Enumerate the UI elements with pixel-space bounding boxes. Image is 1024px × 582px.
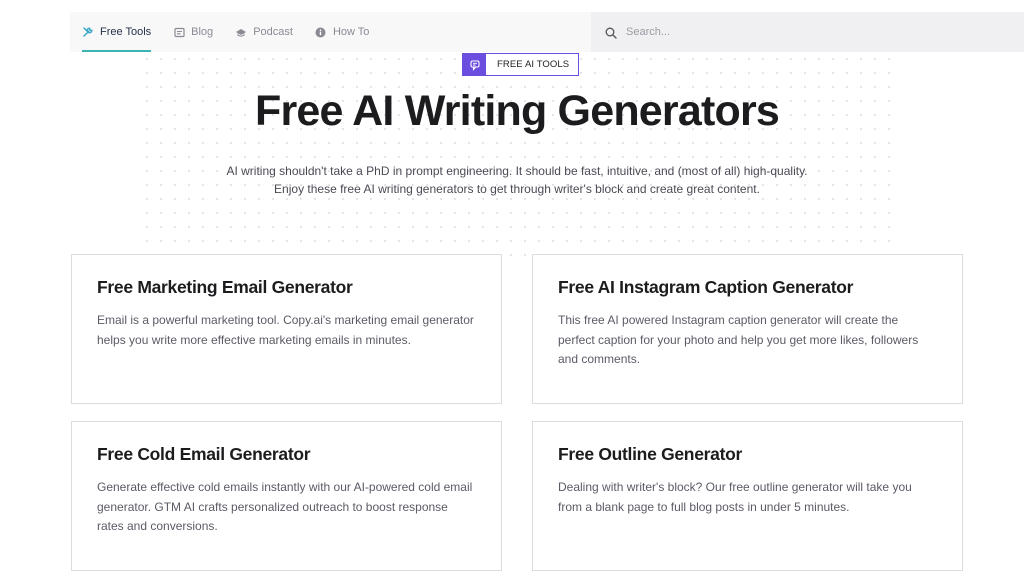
tools-icon (82, 26, 94, 38)
nav-item-blog[interactable]: Blog (173, 12, 213, 52)
page-subtitle: AI writing shouldn't take a PhD in promp… (0, 162, 1024, 198)
free-ai-tools-badge: FREE AI TOOLS (462, 53, 580, 76)
card-title: Free Cold Email Generator (97, 444, 311, 464)
card-description: Generate effective cold emails instantly… (97, 480, 473, 533)
card-title: Free Outline Generator (558, 444, 743, 464)
nav-item-podcast[interactable]: Podcast (235, 12, 293, 52)
search-bar (591, 12, 1024, 52)
dotted-background (140, 52, 900, 262)
card-title: Free AI Instagram Caption Generator (558, 277, 854, 297)
blog-icon (173, 26, 185, 38)
main-nav: Free Tools Blog Podcast How To (70, 12, 591, 52)
card-title: Free Marketing Email Generator (97, 277, 353, 297)
nav-item-label: How To (332, 26, 370, 38)
tool-card-marketing-email[interactable]: Free Marketing Email Generator Email is … (71, 254, 502, 404)
info-icon (315, 26, 327, 38)
subtitle-line-1: AI writing shouldn't take a PhD in promp… (226, 164, 808, 178)
podcast-icon (235, 26, 247, 38)
page-title: Free AI Writing Generators (255, 87, 780, 135)
subtitle-line-2: Enjoy these free AI writing generators t… (274, 182, 760, 196)
nav-item-label: Podcast (253, 26, 293, 38)
nav-item-free-tools[interactable]: Free Tools (82, 12, 152, 52)
nav-item-label: Blog (191, 26, 214, 38)
chat-bubble-icon (463, 54, 486, 75)
card-description: Dealing with writer's block? Our free ou… (558, 480, 912, 514)
top-bar: Free Tools Blog Podcast How To (70, 12, 1024, 52)
tool-card-outline[interactable]: Free Outline Generator Dealing with writ… (532, 421, 963, 571)
search-icon (605, 26, 617, 39)
nav-item-label: Free Tools (100, 26, 152, 38)
card-description: This free AI powered Instagram caption g… (558, 313, 919, 366)
card-description: Email is a powerful marketing tool. Copy… (97, 313, 474, 347)
nav-item-how-to[interactable]: How To (315, 12, 369, 52)
tool-card-instagram-caption[interactable]: Free AI Instagram Caption Generator This… (532, 254, 963, 404)
badge-label: FREE AI TOOLS (497, 59, 570, 70)
search-input[interactable] (626, 26, 986, 38)
tool-card-cold-email[interactable]: Free Cold Email Generator Generate effec… (71, 421, 502, 571)
